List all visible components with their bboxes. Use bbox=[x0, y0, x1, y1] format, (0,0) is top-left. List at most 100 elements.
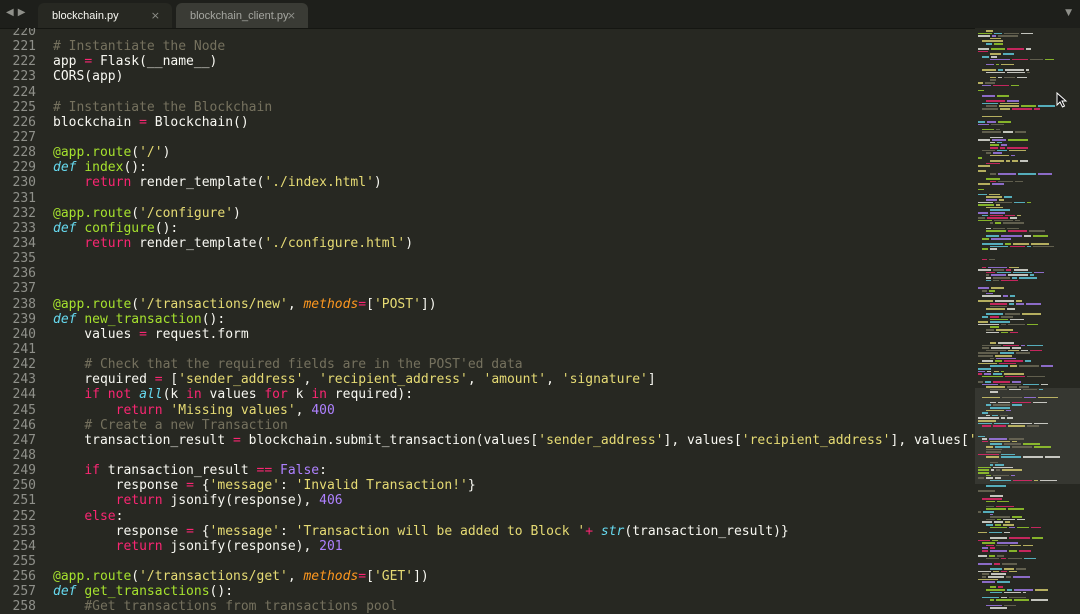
minimap-line bbox=[990, 391, 999, 393]
minimap-line bbox=[982, 498, 1002, 500]
minimap-line bbox=[990, 326, 999, 328]
minimap-line bbox=[990, 407, 1010, 409]
minimap-line bbox=[1006, 589, 1012, 591]
minimap-line bbox=[978, 355, 994, 357]
minimap-line bbox=[1007, 48, 1024, 50]
minimap-line bbox=[1039, 479, 1058, 482]
minimap-line bbox=[978, 139, 990, 141]
code-token: = bbox=[154, 372, 163, 388]
minimap-line bbox=[990, 154, 1009, 157]
code-token: ) bbox=[373, 175, 382, 191]
minimap-line bbox=[986, 505, 994, 508]
minimap-line bbox=[986, 313, 1003, 315]
minimap-line bbox=[998, 586, 1003, 588]
minimap-line bbox=[1009, 570, 1017, 573]
minimap-line bbox=[986, 308, 1005, 310]
line-number: 248 bbox=[12, 447, 36, 463]
code-token: app bbox=[53, 54, 85, 70]
minimap-line bbox=[1000, 331, 1009, 334]
code-token: return bbox=[115, 402, 163, 418]
code-token: 'Invalid Transaction!' bbox=[295, 478, 468, 494]
minimap-line bbox=[996, 357, 1016, 360]
code-text: # Instantiate the Node bbox=[53, 39, 225, 54]
minimap-line bbox=[978, 578, 999, 581]
tab-blockchain-client-py[interactable]: blockchain_client.py × bbox=[176, 3, 308, 28]
minimap-line bbox=[1012, 277, 1018, 279]
minimap-line bbox=[1011, 58, 1029, 61]
minimap-line bbox=[1022, 383, 1039, 386]
minimap-line bbox=[986, 386, 1005, 388]
minimap-line bbox=[1011, 422, 1032, 425]
code-token: 'recipient_address' bbox=[319, 372, 468, 388]
code-token: [ bbox=[366, 569, 374, 585]
minimap-line bbox=[986, 178, 1001, 180]
minimap-line bbox=[1016, 568, 1027, 570]
minimap-line bbox=[1033, 422, 1049, 425]
minimap-line bbox=[987, 121, 996, 123]
minimap-line bbox=[1030, 599, 1048, 601]
code-token: @app.route bbox=[53, 296, 132, 312]
minimap-line bbox=[1026, 303, 1041, 305]
minimap-line bbox=[1002, 524, 1014, 526]
code-token: ]) bbox=[420, 296, 437, 312]
minimap-line bbox=[999, 147, 1006, 149]
minimap-line bbox=[997, 581, 1010, 583]
chevron-down-icon[interactable]: ▼ bbox=[1065, 8, 1072, 18]
code-token: 'Transaction will be added to Block ' bbox=[295, 523, 586, 539]
line-number: 225 bbox=[12, 99, 36, 115]
minimap-line bbox=[991, 183, 1005, 185]
line-number: 232 bbox=[12, 205, 36, 221]
minimap-line bbox=[986, 279, 991, 282]
minimap-line bbox=[978, 219, 993, 222]
minimap-line bbox=[978, 300, 993, 302]
minimap-line bbox=[993, 84, 1009, 87]
minimap-line bbox=[986, 292, 994, 295]
minimap-line bbox=[986, 331, 999, 334]
minimap-line bbox=[1011, 404, 1022, 406]
minimap-line bbox=[986, 230, 1007, 232]
tab-blockchain-py[interactable]: blockchain.py × bbox=[38, 3, 172, 28]
minimap-line bbox=[992, 277, 1011, 279]
minimap-line bbox=[1040, 383, 1048, 386]
minimap-line bbox=[986, 474, 992, 477]
code-text: #Get transactions from transactions pool bbox=[53, 599, 397, 614]
minimap-line bbox=[1010, 295, 1015, 297]
minimap-line bbox=[991, 139, 1007, 141]
code-token: index bbox=[84, 160, 124, 176]
minimap-line bbox=[986, 329, 995, 331]
minimap-line bbox=[982, 266, 987, 269]
minimap-line bbox=[982, 576, 987, 578]
line-number: 243 bbox=[12, 372, 36, 388]
minimap-line bbox=[1038, 105, 1055, 107]
line-number: 253 bbox=[12, 523, 36, 539]
minimap-line bbox=[1022, 456, 1044, 458]
minimap-line bbox=[990, 58, 1010, 61]
code-text: @app.route('/') bbox=[53, 145, 170, 160]
code-token: return bbox=[115, 538, 163, 554]
nav-arrows-icon[interactable]: ◀▶ bbox=[6, 7, 29, 18]
minimap[interactable] bbox=[975, 28, 1080, 614]
minimap-line bbox=[1000, 323, 1006, 326]
minimap-line bbox=[982, 396, 1000, 399]
code-token: ( bbox=[131, 296, 140, 312]
code-token: = bbox=[186, 523, 194, 539]
line-number: 241 bbox=[12, 341, 36, 357]
code-text: # Create a new Transaction bbox=[53, 418, 288, 433]
close-icon[interactable]: × bbox=[287, 9, 296, 22]
code-token: 'message' bbox=[209, 523, 280, 539]
minimap-line bbox=[982, 360, 994, 362]
code-editor[interactable]: 220 221 # Instantiate the Node 222 app = Fla… bbox=[0, 28, 975, 614]
close-icon[interactable]: × bbox=[151, 9, 160, 22]
code-token: './index.html' bbox=[264, 175, 374, 191]
minimap-line bbox=[1012, 479, 1033, 482]
minimap-line bbox=[986, 105, 997, 107]
minimap-line bbox=[993, 474, 1009, 477]
minimap-line bbox=[978, 217, 986, 219]
minimap-line bbox=[1005, 521, 1011, 523]
code-token: (): bbox=[154, 220, 179, 236]
minimap-line bbox=[996, 555, 1004, 557]
minimap-line bbox=[987, 217, 1008, 219]
